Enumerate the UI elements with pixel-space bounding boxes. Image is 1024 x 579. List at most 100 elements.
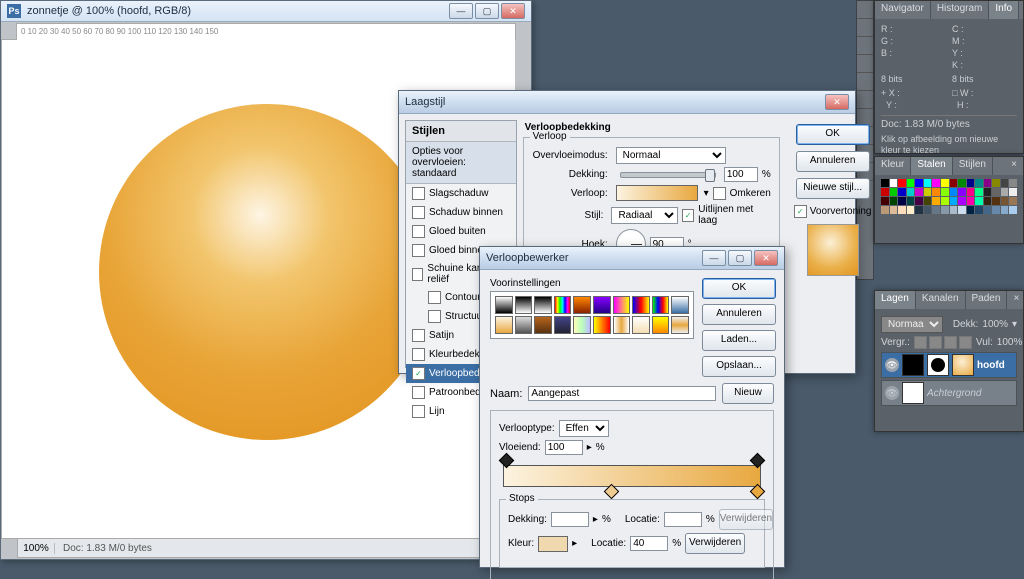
swatch[interactable] <box>992 206 1000 214</box>
style-select[interactable]: Radiaal <box>611 207 677 224</box>
preset-swatch[interactable] <box>593 316 611 334</box>
style-checkbox[interactable] <box>412 329 425 342</box>
preset-swatch[interactable] <box>652 316 670 334</box>
swatch[interactable] <box>1009 197 1017 205</box>
layer-style-titlebar[interactable]: Laagstijl ✕ <box>399 91 855 114</box>
tab-info[interactable]: Info <box>989 1 1019 19</box>
swatch[interactable] <box>992 179 1000 187</box>
preset-swatch[interactable] <box>671 316 689 334</box>
opacity-stop[interactable] <box>499 453 515 469</box>
swatch[interactable] <box>932 188 940 196</box>
close-icon[interactable]: ✕ <box>825 94 849 110</box>
swatch[interactable] <box>907 197 915 205</box>
gradient-bar[interactable] <box>503 465 761 487</box>
blendmode-select[interactable]: Normaal <box>616 147 726 164</box>
preset-swatch[interactable] <box>573 296 591 314</box>
tab-histogram[interactable]: Histogram <box>931 1 990 19</box>
gradient-swatch[interactable] <box>616 185 698 201</box>
swatch[interactable] <box>898 188 906 196</box>
presets-grid[interactable] <box>490 291 694 339</box>
name-input[interactable] <box>528 386 716 401</box>
preset-swatch[interactable] <box>515 316 533 334</box>
swatch[interactable] <box>1001 197 1009 205</box>
style-checkbox[interactable] <box>412 268 423 281</box>
swatch[interactable] <box>898 179 906 187</box>
swatch[interactable] <box>941 206 949 214</box>
swatch[interactable] <box>950 188 958 196</box>
swatch[interactable] <box>932 179 940 187</box>
style-checkbox[interactable] <box>412 187 425 200</box>
opacity-input[interactable] <box>724 167 758 182</box>
tab-kleur[interactable]: Kleur <box>875 157 911 175</box>
swatch[interactable] <box>932 206 940 214</box>
swatch[interactable] <box>924 206 932 214</box>
close-icon[interactable]: × <box>1019 1 1024 19</box>
blend-select[interactable]: Normaal <box>881 316 943 333</box>
stop-location2-input[interactable] <box>630 536 668 551</box>
swatch[interactable] <box>950 206 958 214</box>
style-checkbox[interactable] <box>428 310 441 323</box>
blending-options-item[interactable]: Opties voor overvloeien: standaard <box>406 142 516 184</box>
style-checkbox[interactable]: ✓ <box>412 367 425 380</box>
preset-swatch[interactable] <box>632 296 650 314</box>
preset-swatch[interactable] <box>613 296 631 314</box>
swatch[interactable] <box>958 188 966 196</box>
opacity-slider[interactable] <box>620 172 716 178</box>
preset-swatch[interactable] <box>554 316 572 334</box>
close-button[interactable]: ✕ <box>501 3 525 19</box>
swatch[interactable] <box>890 206 898 214</box>
document-titlebar[interactable]: Ps zonnetje @ 100% (hoofd, RGB/8) — ▢ ✕ <box>1 1 531 22</box>
color-stop[interactable] <box>750 484 766 500</box>
zoom-readout[interactable]: 100% <box>18 543 55 554</box>
swatch[interactable] <box>932 197 940 205</box>
visibility-icon[interactable]: 👁 <box>885 386 899 400</box>
style-checkbox[interactable] <box>428 291 441 304</box>
preset-swatch[interactable] <box>593 296 611 314</box>
style-item[interactable]: Slagschaduw <box>406 184 516 203</box>
swatch[interactable] <box>924 179 932 187</box>
delete-colorstop-button[interactable]: Verwijderen <box>685 533 745 554</box>
style-list-header[interactable]: Stijlen <box>406 121 516 142</box>
swatch[interactable] <box>967 206 975 214</box>
new-style-button[interactable]: Nieuwe stijl... <box>796 178 870 199</box>
swatch[interactable] <box>958 197 966 205</box>
maximize-button[interactable]: ▢ <box>728 250 752 266</box>
preset-swatch[interactable] <box>573 316 591 334</box>
swatch[interactable] <box>967 188 975 196</box>
new-button[interactable]: Nieuw <box>722 383 774 404</box>
swatch[interactable] <box>958 206 966 214</box>
layer-row[interactable]: 👁Achtergrond <box>881 380 1017 406</box>
style-checkbox[interactable] <box>412 225 425 238</box>
smooth-input[interactable] <box>545 440 583 455</box>
swatch[interactable] <box>967 179 975 187</box>
swatch[interactable] <box>1001 179 1009 187</box>
close-icon[interactable]: × <box>1007 291 1024 309</box>
swatch[interactable] <box>992 188 1000 196</box>
swatch[interactable] <box>924 188 932 196</box>
swatch[interactable] <box>941 197 949 205</box>
cancel-button[interactable]: Annuleren <box>796 151 870 172</box>
swatch[interactable] <box>890 188 898 196</box>
preset-swatch[interactable] <box>652 296 670 314</box>
swatch[interactable] <box>967 197 975 205</box>
swatch[interactable] <box>915 197 923 205</box>
swatch[interactable] <box>950 197 958 205</box>
swatch[interactable] <box>915 179 923 187</box>
style-checkbox[interactable] <box>412 348 425 361</box>
swatch[interactable] <box>975 188 983 196</box>
swatch[interactable] <box>907 188 915 196</box>
visibility-icon[interactable]: 👁 <box>885 358 899 372</box>
ok-button[interactable]: OK <box>702 278 776 299</box>
gradient-editor-titlebar[interactable]: Verloopbewerker — ▢ ✕ <box>480 247 784 270</box>
swatch[interactable] <box>958 179 966 187</box>
swatch[interactable] <box>1009 188 1017 196</box>
style-item[interactable]: Gloed buiten <box>406 222 516 241</box>
swatch[interactable] <box>924 197 932 205</box>
preset-swatch[interactable] <box>515 296 533 314</box>
close-icon[interactable]: × <box>993 157 1023 175</box>
tab-lagen[interactable]: Lagen <box>875 291 916 309</box>
swatch[interactable] <box>881 206 889 214</box>
style-item[interactable]: Schaduw binnen <box>406 203 516 222</box>
swatch[interactable] <box>898 206 906 214</box>
preset-swatch[interactable] <box>495 296 513 314</box>
